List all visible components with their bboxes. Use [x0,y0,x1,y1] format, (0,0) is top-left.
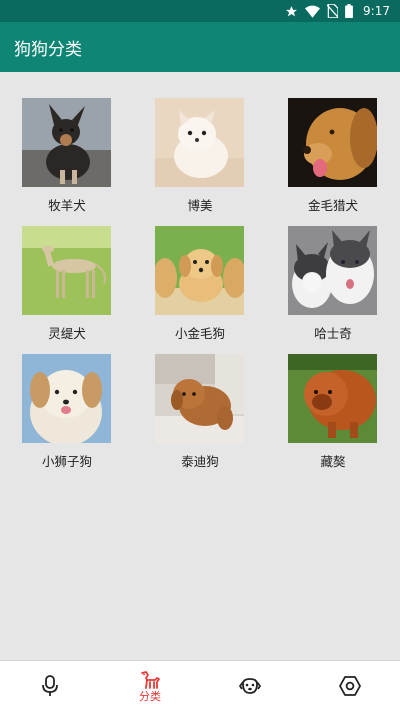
microphone-icon [41,675,59,697]
pomeranian-photo[interactable] [155,98,244,187]
tibetan-mastiff-photo[interactable] [288,354,377,443]
golden-retriever-photo[interactable] [288,98,377,187]
breed-label: 藏獒 [320,454,346,469]
husky-photo[interactable] [288,226,377,315]
breed-label: 博美 [187,198,213,213]
no-sim-icon [327,4,339,18]
breed-label: 灵缇犬 [48,326,86,341]
app-bar: 狗狗分类 [0,22,400,72]
nav-item-dog-face[interactable] [200,661,300,710]
breed-label: 小狮子狗 [41,454,92,469]
greyhound-photo[interactable] [22,226,111,315]
nav-item-voice[interactable] [0,661,100,710]
dog-face-icon [239,676,261,696]
star-icon [285,5,298,18]
little-lion-dog-photo[interactable] [22,354,111,443]
nav-item-category[interactable]: 分类 [100,661,200,710]
status-bar: 9:17 [0,0,400,22]
page-title: 狗狗分类 [14,39,82,60]
wifi-icon [305,5,321,18]
teddy-dog-photo[interactable] [155,354,244,443]
shepherd-dog-photo[interactable] [22,98,111,187]
breed-label: 金毛猎犬 [307,198,358,213]
breed-label: 泰迪狗 [181,454,219,469]
nav-item-settings[interactable] [300,661,400,710]
breed-label: 小金毛狗 [174,326,225,341]
breed-label: 哈士奇 [314,326,352,341]
nav-label-category: 分类 [139,689,161,703]
dog-icon [139,670,161,690]
battery-icon [345,4,353,18]
golden-puppies-photo[interactable] [155,226,244,315]
status-time: 9:17 [363,4,390,18]
breed-label: 牧羊犬 [48,198,86,213]
bottom-nav: 分类 [0,660,400,710]
settings-hexagon-icon [339,675,361,697]
